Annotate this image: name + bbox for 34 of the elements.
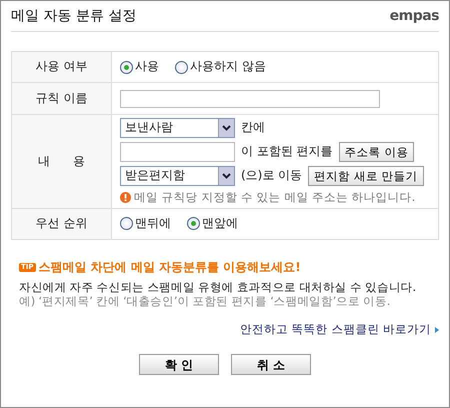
- radio-button[interactable]: [120, 60, 133, 74]
- address-book-button[interactable]: 주소록 이용: [338, 142, 414, 162]
- row-label: 우선 순위: [12, 208, 112, 240]
- row-label: 내 용: [12, 114, 112, 208]
- cancel-button[interactable]: 취 소: [231, 354, 311, 376]
- spamclean-link[interactable]: 안전하고 똑똑한 스팸클린 바로가기: [240, 322, 431, 336]
- radio-label[interactable]: 맨뒤에: [135, 216, 171, 232]
- dropdown[interactable]: 받은편지함: [120, 166, 235, 186]
- caret-icon: [222, 173, 231, 179]
- radio-label[interactable]: 사용하지 않음: [190, 59, 266, 75]
- notice-text: 메일 규칙당 지정할 수 있는 메일 주소는 하나입니다.: [134, 190, 416, 205]
- logo: empas: [390, 6, 439, 26]
- warning-icon: [120, 192, 131, 203]
- tip-heading: 스팸메일 차단에 메일 자동분류를 이용해보세요!: [38, 260, 301, 276]
- example-text: 예) ‘편지제목’ 칸에 ‘대출승인’이 포함된 편지를 ‘스팸메일함’으로 이동.: [18, 294, 392, 310]
- dropdown[interactable]: 보낸사람: [120, 118, 235, 138]
- radio-label[interactable]: 맨앞에: [202, 216, 238, 232]
- keyword-suffix: 이 포함된 편지를: [241, 144, 333, 160]
- folder-suffix: (으)로 이동: [241, 168, 302, 184]
- window-title: 메일 자동 분류 설정: [11, 6, 136, 26]
- arrow-icon: [435, 327, 439, 334]
- row-label: 규칙 이름: [12, 82, 112, 114]
- keyword-input[interactable]: [120, 142, 235, 162]
- radio-button[interactable]: [175, 60, 188, 74]
- row-label: 사용 여부: [12, 52, 112, 82]
- caret-icon: [222, 125, 231, 131]
- new-folder-button[interactable]: 편지함 새로 만들기: [308, 166, 424, 186]
- radio-button[interactable]: [120, 217, 133, 230]
- name-input[interactable]: [120, 90, 380, 108]
- radio-label[interactable]: 사용: [135, 59, 159, 75]
- tip-text: 자신에게 자주 수신되는 스팸메일 유형에 효과적으로 대처하실 수 있습니다.: [18, 280, 417, 294]
- radio-button[interactable]: [187, 217, 200, 230]
- confirm-button[interactable]: 확 인: [139, 354, 219, 376]
- field-suffix: 칸에: [241, 120, 265, 136]
